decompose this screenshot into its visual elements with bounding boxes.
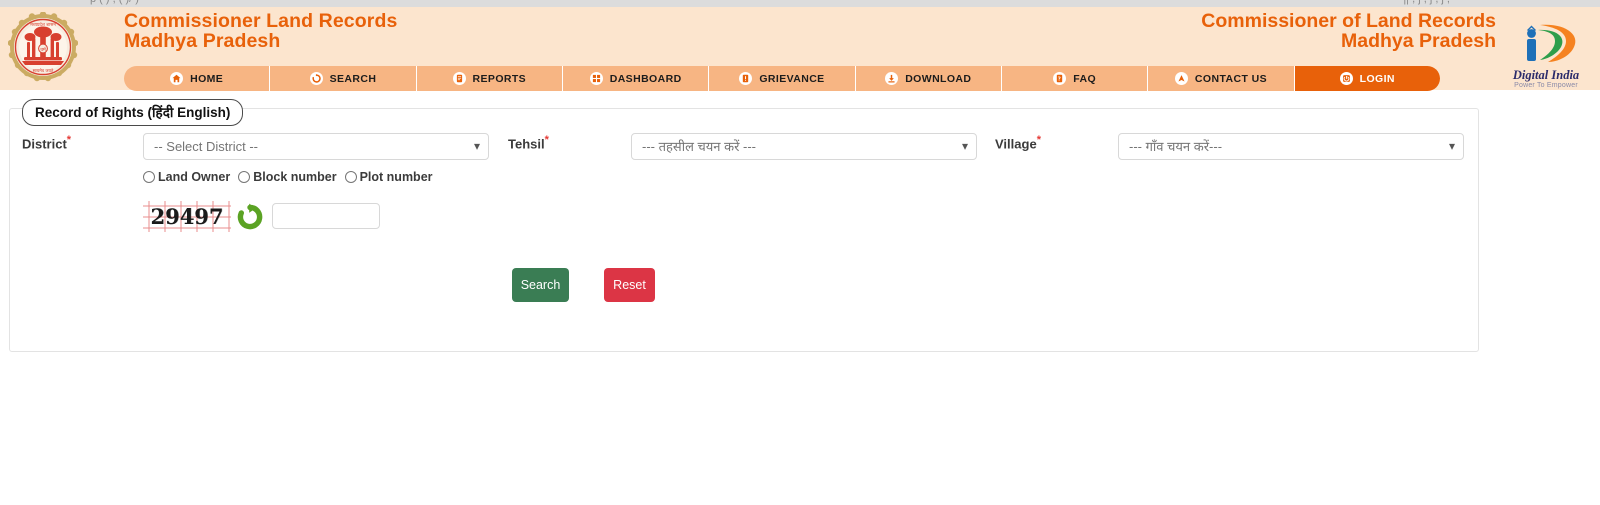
svg-text:मध्यप्रदेश शासन: मध्यप्रदेश शासन (30, 22, 56, 28)
nav-label-faq: FAQ (1073, 72, 1097, 85)
nav-item-grievance[interactable]: GRIEVANCE (709, 66, 856, 91)
village-label-text: Village (995, 136, 1037, 152)
grid-dashboard-icon (589, 72, 603, 85)
nav-label-dashboard: DASHBOARD (609, 72, 682, 85)
record-of-rights-tab-label: Record of Rights (35, 105, 144, 120)
complaint-icon (739, 72, 753, 85)
nav-label-download: DOWNLOAD (905, 72, 972, 85)
clipped-browser-strip: p ( ) , ( )/ ) || , j , j , j ; (0, 0, 1600, 7)
nav-label-grievance: GRIEVANCE (759, 72, 825, 85)
nav-item-search[interactable]: SEARCH (270, 66, 417, 91)
captcha-image: 29497 (143, 201, 231, 232)
header-title-left-line1: Commissioner Land Records (124, 10, 398, 32)
village-select[interactable]: --- गाँव चयन करें--- (1118, 133, 1464, 160)
radio-plot-number-input[interactable] (344, 171, 357, 183)
captcha-input[interactable] (272, 203, 380, 229)
page-root: p ( ) , ( )/ ) || , j , j , j ; (0, 0, 1600, 505)
digital-india-name: Digital India (1512, 68, 1580, 82)
language-toggle-label[interactable]: (हिंदी English) (148, 105, 231, 120)
radio-land-owner-label: Land Owner (158, 170, 231, 184)
home-icon (170, 72, 184, 85)
radio-land-owner-input[interactable] (143, 171, 155, 183)
tehsil-label: Tehsil* (508, 134, 549, 151)
district-select[interactable]: -- Select District -- (143, 133, 489, 160)
nav-label-reports: REPORTS (472, 72, 527, 85)
reset-button[interactable]: Reset (604, 268, 655, 302)
captcha-code: 29497 (150, 204, 224, 229)
nav-item-contact-us[interactable]: CONTACT US (1148, 66, 1295, 91)
header-title-right-line1: Commissioner of Land Records (1201, 10, 1496, 32)
refresh-search-icon (309, 72, 323, 85)
radio-block-number[interactable]: Block number (238, 170, 337, 184)
radio-land-owner[interactable]: Land Owner (143, 170, 230, 184)
svg-text:?: ? (1058, 76, 1061, 82)
digital-india-logo: Digital India Power To Empower (1500, 21, 1592, 89)
nav-label-home: HOME (190, 72, 224, 85)
nav-label-search: SEARCH (329, 72, 377, 85)
digital-india-tagline: Power To Empower (1514, 82, 1578, 89)
nav-item-dashboard[interactable]: DASHBOARD (563, 66, 710, 91)
nav-item-faq[interactable]: ? FAQ (1002, 66, 1149, 91)
tehsil-required-mark: * (544, 134, 549, 146)
clipped-text-right: || , j , j , j ; (1403, 0, 1450, 5)
nav-item-home[interactable]: HOME (124, 66, 271, 91)
svg-text:सत्यमेव जयते: सत्यमेव जयते (33, 68, 54, 73)
question-book-icon: ? (1053, 72, 1067, 85)
header-title-left: Commissioner Land Records Madhya Pradesh (124, 11, 397, 51)
login-icon (1339, 72, 1353, 85)
village-label: Village* (995, 134, 1041, 151)
search-by-radio-group: Land Owner Block number Plot number (143, 170, 441, 184)
arrow-up-icon (1174, 72, 1188, 85)
search-button[interactable]: Search (512, 268, 569, 302)
digital-india-logo-icon (1527, 24, 1576, 62)
refresh-circular-arrow-icon[interactable] (236, 203, 264, 231)
district-label: District* (22, 134, 71, 151)
village-required-mark: * (1036, 134, 1041, 146)
record-of-rights-tab[interactable]: Record of Rights (हिंदी English) (22, 99, 244, 126)
district-required-mark: * (66, 134, 72, 146)
header-title-right: Commissioner of Land Records Madhya Prad… (1201, 11, 1496, 51)
madhya-pradesh-government-emblem-icon: धर्म मध्यप्रदेश शासन सत्यमेव जयते (8, 12, 78, 82)
radio-block-number-label: Block number (253, 170, 337, 184)
site-header: धर्म मध्यप्रदेश शासन सत्यमेव जयते Commis… (0, 7, 1600, 91)
tehsil-label-text: Tehsil (508, 136, 545, 152)
radio-block-number-input[interactable] (238, 171, 251, 183)
main-navigation: HOME SEARCH REPORTS DASHBOARD GRIEVANCE … (124, 66, 1440, 91)
radio-plot-number[interactable]: Plot number (344, 170, 433, 184)
district-label-text: District (22, 136, 67, 152)
tehsil-select[interactable]: --- तहसील चयन करें --- (631, 133, 977, 160)
nav-label-contact-us: CONTACT US (1194, 72, 1267, 85)
nav-item-reports[interactable]: REPORTS (417, 66, 563, 91)
clipped-text-left: p ( ) , ( )/ ) (90, 0, 139, 5)
download-icon (885, 72, 899, 85)
nav-item-download[interactable]: DOWNLOAD (856, 66, 1002, 91)
nav-label-login: LOGIN (1359, 72, 1395, 85)
radio-plot-number-label: Plot number (359, 170, 433, 184)
nav-item-login[interactable]: LOGIN (1294, 66, 1440, 91)
header-title-left-line2: Madhya Pradesh (124, 30, 281, 52)
document-icon (452, 72, 466, 85)
header-title-right-line2: Madhya Pradesh (1341, 30, 1496, 52)
